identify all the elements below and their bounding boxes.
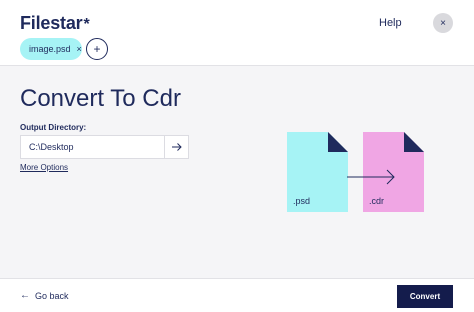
output-directory-field xyxy=(20,135,189,159)
page-title: Convert To Cdr xyxy=(20,85,181,112)
go-back-label: Go back xyxy=(35,290,69,301)
arrow-left-icon: ← xyxy=(20,290,30,301)
top-bar: Filestar* Help × image.psd × + xyxy=(0,0,474,66)
file-chip-name: image.psd xyxy=(29,44,71,54)
output-directory-label: Output Directory: xyxy=(20,123,87,132)
logo-mark: * xyxy=(83,16,90,33)
plus-icon: + xyxy=(93,42,101,56)
browse-directory-button[interactable] xyxy=(164,136,188,158)
conversion-illustration: .psd .cdr xyxy=(287,132,427,214)
conversion-arrow-icon xyxy=(347,169,395,185)
arrow-right-icon xyxy=(171,143,182,151)
file-chip: image.psd × xyxy=(20,38,82,60)
logo-text: Filestar xyxy=(20,13,83,33)
close-icon: × xyxy=(440,17,446,29)
remove-file-icon[interactable]: × xyxy=(77,44,82,54)
close-button[interactable]: × xyxy=(433,13,453,33)
app-logo[interactable]: Filestar* xyxy=(20,13,90,34)
convert-button[interactable]: Convert xyxy=(397,285,453,308)
more-options-link[interactable]: More Options xyxy=(20,163,68,172)
help-link[interactable]: Help xyxy=(379,17,402,29)
bottom-bar: ← Go back Convert xyxy=(0,278,474,312)
go-back-button[interactable]: ← Go back xyxy=(20,290,69,301)
output-directory-input[interactable] xyxy=(21,136,164,158)
add-file-button[interactable]: + xyxy=(86,38,108,60)
